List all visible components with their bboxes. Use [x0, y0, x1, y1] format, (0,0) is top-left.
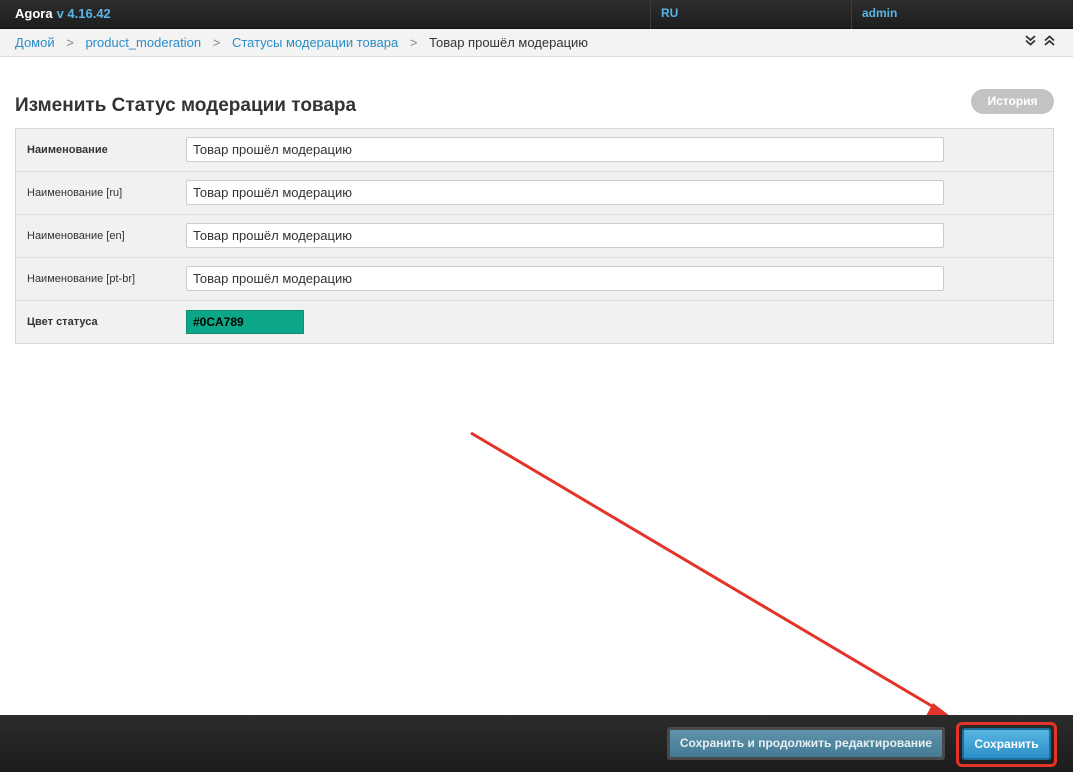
annotation-arrow	[470, 431, 958, 722]
form-actions-bar: Сохранить и продолжить редактирование Со…	[0, 715, 1073, 772]
save-button[interactable]: Сохранить	[962, 728, 1051, 760]
save-and-continue-button[interactable]: Сохранить и продолжить редактирование	[667, 727, 945, 760]
